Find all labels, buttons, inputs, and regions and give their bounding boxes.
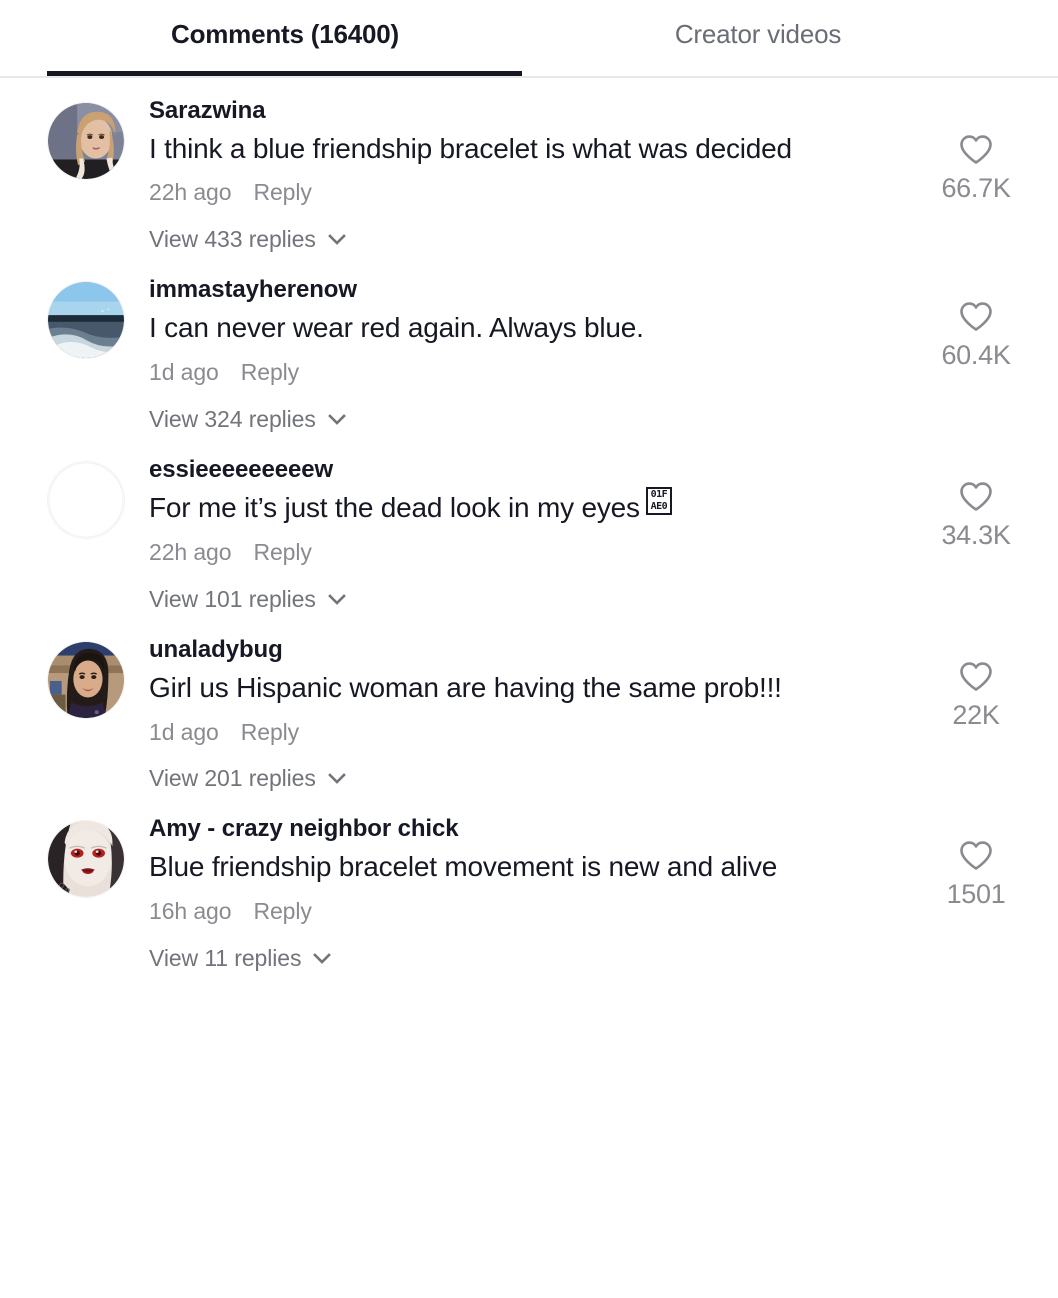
like-button[interactable]: 66.7K bbox=[916, 96, 1036, 204]
view-replies-button[interactable]: View 433 replies bbox=[149, 226, 346, 253]
comment-username[interactable]: Sarazwina bbox=[149, 96, 906, 127]
comments-tabbar: Comments (16400) Creator videos bbox=[0, 0, 1058, 78]
comment-item: essieeeeeeeeew For me it’s just the dead… bbox=[0, 455, 1058, 613]
comment-body: Sarazwina I think a blue friendship brac… bbox=[125, 96, 916, 253]
missing-glyph-row-2: AE0 bbox=[650, 501, 668, 513]
heart-outline-icon bbox=[959, 301, 993, 332]
comment-item: immastayherenow I can never wear red aga… bbox=[0, 275, 1058, 432]
chevron-down-icon bbox=[313, 952, 332, 964]
comment-body: essieeeeeeeeew For me it’s just the dead… bbox=[125, 455, 916, 613]
comment-meta: 22h ago Reply bbox=[149, 178, 906, 208]
like-count: 22K bbox=[952, 700, 1000, 731]
comment-text: For me it’s just the dead look in my eye… bbox=[149, 487, 906, 528]
view-replies-label: View 11 replies bbox=[149, 944, 302, 971]
view-replies-button[interactable]: View 201 replies bbox=[149, 765, 346, 792]
comment-timestamp: 16h ago bbox=[149, 897, 232, 924]
like-button[interactable]: 22K bbox=[916, 635, 1036, 731]
heart-outline-icon bbox=[959, 134, 993, 165]
view-replies-label: View 324 replies bbox=[149, 405, 316, 432]
chevron-down-icon bbox=[327, 234, 346, 246]
chevron-down-icon bbox=[327, 594, 346, 605]
comment-body: unaladybug Girl us Hispanic woman are ha… bbox=[125, 635, 916, 792]
reply-button[interactable]: Reply bbox=[253, 539, 311, 565]
dark-haired-woman-photo bbox=[48, 642, 124, 719]
reply-button[interactable]: Reply bbox=[253, 898, 311, 924]
like-count: 66.7K bbox=[941, 173, 1011, 203]
like-button[interactable]: 1501 bbox=[916, 814, 1036, 910]
view-replies-label: View 433 replies bbox=[149, 226, 316, 253]
like-button[interactable]: 34.3K bbox=[916, 455, 1036, 551]
like-count: 60.4K bbox=[941, 340, 1011, 371]
missing-glyph-row-1: 01F bbox=[650, 489, 668, 501]
heart-outline-icon bbox=[959, 481, 993, 512]
comment-username[interactable]: Amy - crazy neighbor chick bbox=[149, 814, 906, 845]
view-replies-label: View 201 replies bbox=[149, 765, 316, 792]
comment-item: Sarazwina I think a blue friendship brac… bbox=[0, 96, 1058, 253]
ocean-boat-wake-photo bbox=[48, 282, 124, 359]
avatar[interactable] bbox=[47, 102, 125, 180]
view-replies-button[interactable]: View 324 replies bbox=[149, 406, 346, 433]
view-replies-button[interactable]: View 101 replies bbox=[149, 586, 346, 613]
comment-text-content: For me it’s just the dead look in my eye… bbox=[149, 492, 640, 524]
avatar[interactable] bbox=[47, 820, 125, 899]
avatar[interactable] bbox=[47, 281, 125, 360]
tab-comments[interactable]: Comments (16400) bbox=[47, 0, 523, 77]
view-replies-label: View 101 replies bbox=[149, 586, 316, 613]
tab-creator-videos[interactable]: Creator videos bbox=[523, 0, 993, 77]
like-count: 34.3K bbox=[941, 519, 1011, 550]
comment-timestamp: 1d ago bbox=[149, 358, 219, 385]
comment-timestamp: 1d ago bbox=[149, 718, 219, 745]
view-replies-button[interactable]: View 11 replies bbox=[149, 944, 332, 972]
comment-text: I can never wear red again. Always blue. bbox=[149, 312, 644, 344]
chevron-down-icon bbox=[327, 773, 346, 785]
reply-button[interactable]: Reply bbox=[253, 179, 311, 205]
blank-avatar bbox=[48, 462, 124, 538]
comment-username[interactable]: unaladybug bbox=[149, 635, 906, 666]
blonde-woman-photo bbox=[48, 103, 124, 179]
reply-button[interactable]: Reply bbox=[241, 719, 299, 745]
comment-item: unaladybug Girl us Hispanic woman are ha… bbox=[0, 635, 1058, 792]
reply-button[interactable]: Reply bbox=[241, 359, 299, 385]
comment-item: Amy - crazy neighbor chick Blue friendsh… bbox=[0, 814, 1058, 971]
chevron-down-icon bbox=[327, 413, 346, 425]
like-button[interactable]: 60.4K bbox=[916, 275, 1036, 371]
comment-username[interactable]: essieeeeeeeeew bbox=[149, 455, 906, 486]
comment-meta: 1d ago Reply bbox=[149, 358, 906, 388]
comment-meta: 1d ago Reply bbox=[149, 718, 906, 748]
pale-red-eyes-doll-photo bbox=[48, 821, 124, 898]
avatar[interactable] bbox=[47, 460, 125, 539]
active-tab-underline bbox=[47, 71, 522, 76]
missing-glyph-emoji-box: 01F AE0 bbox=[645, 487, 672, 516]
comment-list: Sarazwina I think a blue friendship brac… bbox=[0, 78, 1058, 972]
comment-text: Blue friendship bracelet movement is new… bbox=[149, 851, 778, 883]
heart-outline-icon bbox=[959, 840, 993, 871]
comment-text: I think a blue friendship bracelet is wh… bbox=[149, 132, 792, 164]
avatar[interactable] bbox=[47, 641, 125, 720]
comment-body: immastayherenow I can never wear red aga… bbox=[125, 275, 916, 432]
heart-outline-icon bbox=[959, 661, 993, 692]
comment-text: Girl us Hispanic woman are having the sa… bbox=[149, 671, 782, 703]
comment-timestamp: 22h ago bbox=[149, 179, 232, 206]
comment-username[interactable]: immastayherenow bbox=[149, 275, 906, 306]
comment-meta: 22h ago Reply bbox=[149, 538, 906, 568]
like-count: 1501 bbox=[946, 879, 1006, 910]
comment-body: Amy - crazy neighbor chick Blue friendsh… bbox=[125, 814, 916, 971]
comment-timestamp: 22h ago bbox=[149, 539, 232, 566]
comment-meta: 16h ago Reply bbox=[149, 897, 906, 927]
